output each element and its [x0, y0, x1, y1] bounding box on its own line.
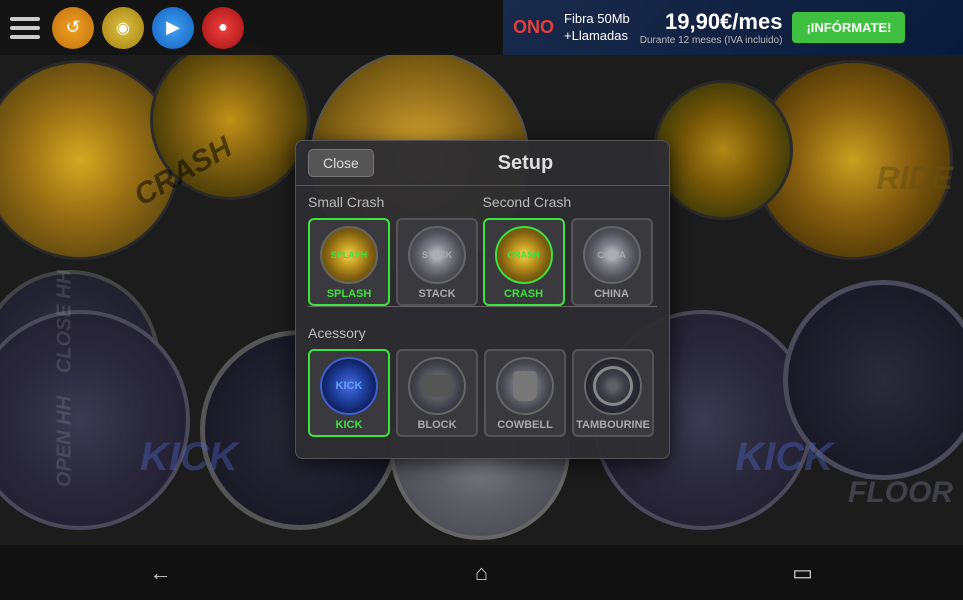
ad-price-block: 19,90€/mes Durante 12 meses (IVA incluid… [640, 9, 783, 46]
record-button[interactable]: ● [202, 7, 244, 49]
second-crash-section: Second Crash CRASH CRASH CHINA CHINA [483, 194, 658, 306]
cowbell-knob [496, 357, 554, 415]
accessory-section: Acessory KICK KICK BLOCK COWBELL [296, 315, 669, 443]
cowbell-label: COWBELL [497, 419, 553, 431]
stack-label: STACK [418, 288, 455, 300]
tambourine-label: TAMBOURINE [576, 419, 650, 431]
small-crash-label: Small Crash [308, 194, 483, 210]
divider-1 [308, 306, 657, 307]
china-cymbal[interactable] [653, 80, 793, 220]
recent-button[interactable]: ▭ [773, 553, 833, 593]
tambourine-item[interactable]: TAMBOURINE [572, 349, 654, 437]
cowbell-item[interactable]: COWBELL [484, 349, 566, 437]
open-hh-label: OPEN HH [54, 367, 77, 517]
small-crash-section: Small Crash SPLASH SPLASH STACK STACK [308, 194, 483, 306]
kick-left-label: KICK [140, 435, 238, 480]
kick-right-label: KICK [735, 435, 833, 480]
floor-label: FLOOR [848, 476, 953, 510]
play-button[interactable]: ▶ [152, 7, 194, 49]
ad-logo: ONO [513, 17, 554, 38]
stack-item[interactable]: STACK STACK [396, 218, 478, 306]
dialog-header: Close Setup [296, 141, 669, 186]
dialog-title: Setup [394, 152, 657, 175]
kick-label: KICK [336, 419, 363, 431]
block-knob [408, 357, 466, 415]
china-knob: CHINA [583, 226, 641, 284]
setup-dialog: Close Setup Small Crash SPLASH SPLASH ST… [295, 140, 670, 459]
ride-label: RIDE [877, 160, 953, 197]
second-crash-label: Second Crash [483, 194, 658, 210]
accessory-items: KICK KICK BLOCK COWBELL TAMBOU [308, 349, 657, 437]
crash-cymbal-left[interactable] [0, 60, 180, 260]
tambourine-knob [584, 357, 642, 415]
block-label: BLOCK [417, 419, 456, 431]
ad-cta-button[interactable]: ¡INFÓRMATE! [792, 12, 905, 43]
splash-label: SPLASH [327, 288, 372, 300]
bottom-bar: ← ⌂ ▭ [0, 545, 963, 600]
ad-text: Fibra 50Mb +Llamadas [564, 11, 630, 45]
kick-item[interactable]: KICK KICK [308, 349, 390, 437]
china-item[interactable]: CHINA CHINA [571, 218, 653, 306]
small-crash-items: SPLASH SPLASH STACK STACK [308, 218, 483, 306]
china-label: CHINA [594, 288, 629, 300]
ad-banner: ONO Fibra 50Mb +Llamadas 19,90€/mes Dura… [503, 0, 963, 55]
splash-knob: SPLASH [320, 226, 378, 284]
kick-knob: KICK [320, 357, 378, 415]
crash-knob: CRASH [495, 226, 553, 284]
back-button[interactable]: ← [131, 553, 191, 593]
kick-drum-left[interactable] [0, 310, 190, 530]
block-item[interactable]: BLOCK [396, 349, 478, 437]
stack-knob: STACK [408, 226, 466, 284]
splash-item[interactable]: SPLASH SPLASH [308, 218, 390, 306]
second-crash-items: CRASH CRASH CHINA CHINA [483, 218, 658, 306]
accessory-label: Acessory [308, 325, 657, 341]
crash-label-item: CRASH [504, 288, 543, 300]
home-button[interactable]: ⌂ [452, 553, 512, 593]
close-button[interactable]: Close [308, 149, 374, 177]
crash-item[interactable]: CRASH CRASH [483, 218, 565, 306]
refresh-button[interactable]: ↺ [52, 7, 94, 49]
gold-button[interactable]: ◉ [102, 7, 144, 49]
menu-icon[interactable] [10, 17, 40, 39]
